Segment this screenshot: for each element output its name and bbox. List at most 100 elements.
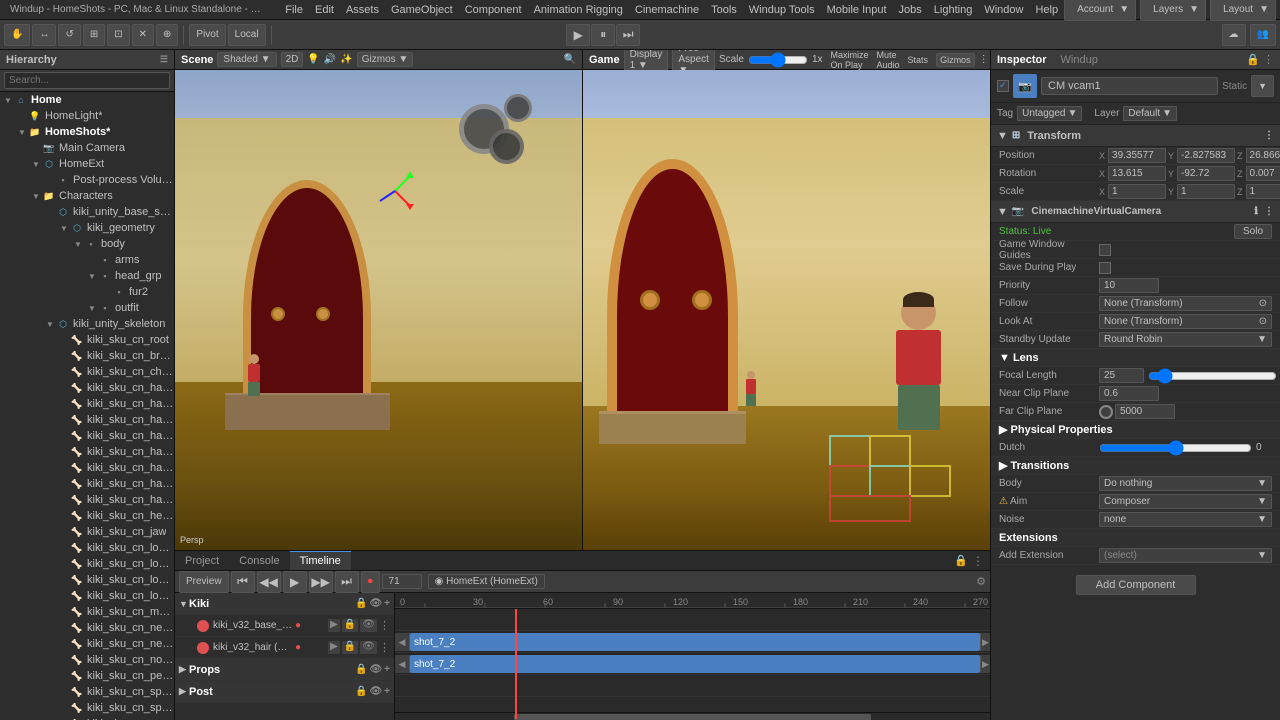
game-window-guides-checkbox[interactable]	[1099, 244, 1111, 256]
kiki-base-btn1[interactable]: ▶	[328, 619, 340, 632]
transform-menu-icon[interactable]: ⋮	[1264, 130, 1274, 141]
timeline-frame-input[interactable]	[382, 574, 422, 589]
tree-item-hair2[interactable]: 🦴 kiki_sku_cn_hair2	[0, 396, 174, 412]
collab-button[interactable]: 👥	[1250, 24, 1276, 46]
scene-search-icon[interactable]: 🔍	[564, 54, 576, 65]
tree-item-postprocess[interactable]: ▪ Post-process Volume	[0, 172, 174, 188]
tree-item-neck2[interactable]: 🦴 kiki_sku_cn_neck_2	[0, 636, 174, 652]
post-lock-icon[interactable]: 🔒	[355, 686, 367, 697]
tree-item-hair5[interactable]: 🦴 kiki_sku_cn_hair5	[0, 444, 174, 460]
tree-item-spine2[interactable]: 🦴 kiki_sku_cn_spine_2	[0, 684, 174, 700]
tree-item-chest[interactable]: 🦴 kiki_sku_cn_chest	[0, 364, 174, 380]
static-dropdown[interactable]: ▼	[1251, 75, 1274, 97]
scale-z-input[interactable]	[1246, 184, 1280, 199]
look-at-field[interactable]: None (Transform) ⊙	[1099, 314, 1272, 329]
tag-dropdown[interactable]: Untagged ▼	[1017, 106, 1082, 121]
timeline-scrollbar[interactable]	[395, 712, 990, 720]
game-viewport[interactable]	[583, 70, 990, 550]
timeline-go-end[interactable]: ⏭	[335, 571, 359, 593]
layout-button[interactable]: Layout ▼	[1210, 0, 1276, 21]
tree-item-cn-head[interactable]: 🦴 kiki_sku_cn_head	[0, 508, 174, 524]
save-during-play-checkbox[interactable]	[1099, 262, 1111, 274]
tree-item-kiki-skeleton[interactable]: ▼ ⬡ kiki_unity_skeleton	[0, 316, 174, 332]
kiki-hair-more[interactable]: ⋮	[379, 641, 390, 654]
inspector-lock-icon[interactable]: 🔒	[1246, 53, 1260, 66]
stats-btn[interactable]: Stats	[908, 55, 929, 65]
menu-edit[interactable]: Edit	[309, 4, 340, 16]
cinemachine-component-header[interactable]: ▼ 📷 CinemachineVirtualCamera ℹ ⋮	[991, 201, 1280, 223]
far-clip-lock-icon[interactable]	[1099, 405, 1113, 419]
tree-item-arms[interactable]: ▪ arms	[0, 252, 174, 268]
menu-mobile-input[interactable]: Mobile Input	[821, 4, 893, 16]
scene-skybox-icon[interactable]: Gizmos ▼	[357, 52, 414, 67]
track-props-group[interactable]: ▶ Props 🔒 👁 +	[175, 659, 394, 681]
position-x-input[interactable]	[1108, 148, 1166, 163]
lens-label[interactable]: ▼ Lens	[999, 352, 1039, 364]
transform-component-header[interactable]: ▼ ⊞ Transform ⋮	[991, 125, 1280, 147]
tab-console[interactable]: Console	[229, 551, 289, 570]
layer-dropdown[interactable]: Default ▼	[1123, 106, 1177, 121]
tree-item-kiki-geo[interactable]: ▼ ⬡ kiki_geometry	[0, 220, 174, 236]
solo-button[interactable]: Solo	[1234, 224, 1272, 239]
props-add-icon[interactable]: +	[384, 664, 390, 675]
menu-lighting[interactable]: Lighting	[928, 4, 979, 16]
dutch-slider[interactable]	[1099, 443, 1252, 453]
timeline-play[interactable]: ▶	[283, 571, 307, 593]
track-kiki-hair-anim[interactable]: kiki_v32_hair (Anima ● ▶ 🔒 👁 ⋮	[175, 637, 394, 659]
post-eye-icon[interactable]: 👁	[369, 686, 382, 697]
tree-item-hair8[interactable]: 🦴 kiki_sku_cn_hair8	[0, 492, 174, 508]
scale-x-input[interactable]	[1108, 184, 1166, 199]
kiki-expand-arrow[interactable]: ▼	[179, 599, 189, 609]
pivot-button[interactable]: Pivot	[189, 24, 225, 46]
kiki-base-btn3[interactable]: 👁	[360, 619, 377, 632]
transform-tool[interactable]: ✕	[132, 24, 154, 46]
tree-item-lowerlip[interactable]: 🦴 kiki_sku_cn_lowerlip	[0, 572, 174, 588]
tree-item-lowerhei[interactable]: 🦴 kiki_sku_cn_lowerhei...	[0, 556, 174, 572]
kiki-lock-icon[interactable]: 🔒	[355, 598, 367, 609]
tree-item-bracksocket[interactable]: 🦴 kiki_sku_cn_bracksocket	[0, 348, 174, 364]
game-more-icon[interactable]: ⋮	[979, 54, 989, 65]
tree-item-mad-neck[interactable]: 🦴 kiki_sku_cn_mad_neck	[0, 604, 174, 620]
timeline-settings-icon[interactable]: ⚙	[976, 576, 986, 588]
scene-sound-icon[interactable]: 🔊	[324, 54, 336, 65]
bottom-panel-more-icon[interactable]: ⋮	[972, 554, 984, 568]
tree-item-spine4[interactable]: 🦴 kiki_sku_cn_spine_4	[0, 716, 174, 720]
timeline-prev-key[interactable]: ◀◀	[257, 571, 281, 593]
hierarchy-search[interactable]	[4, 72, 170, 89]
tree-item-fur2[interactable]: ▪ fur2	[0, 284, 174, 300]
shaded-button[interactable]: Shaded ▼	[217, 52, 276, 67]
timeline-go-start[interactable]: ⏮	[231, 571, 255, 593]
menu-animation-rigging[interactable]: Animation Rigging	[528, 4, 629, 16]
tab-timeline[interactable]: Timeline	[290, 551, 351, 570]
menu-help[interactable]: Help	[1029, 4, 1064, 16]
menu-assets[interactable]: Assets	[340, 4, 385, 16]
tree-item-neck1[interactable]: 🦴 kiki_sku_cn_neck_1	[0, 620, 174, 636]
tree-item-homelight[interactable]: 💡 HomeLight*	[0, 108, 174, 124]
hierarchy-menu-icon[interactable]: ☰	[160, 54, 168, 65]
tree-item-hair3[interactable]: 🦴 kiki_sku_cn_hair3	[0, 412, 174, 428]
props-expand-arrow[interactable]: ▶	[179, 664, 189, 675]
focal-length-slider[interactable]	[1148, 371, 1277, 381]
menu-jobs[interactable]: Jobs	[893, 4, 928, 16]
priority-input[interactable]	[1099, 278, 1159, 293]
tree-item-body[interactable]: ▼ ▪ body	[0, 236, 174, 252]
tree-item-spine3[interactable]: 🦴 kiki_sku_cn_spine_3	[0, 700, 174, 716]
tree-item-homeshots[interactable]: ▼ 📁 HomeShots*	[0, 124, 174, 140]
scene-2d-btn[interactable]: 2D	[281, 52, 304, 67]
scene-fx-icon[interactable]: ✨	[340, 54, 352, 65]
track-kiki-group[interactable]: ▼ Kiki 🔒 👁 +	[175, 593, 394, 615]
inspector-windup-tab[interactable]: Windup	[1061, 54, 1098, 66]
kiki-add-icon[interactable]: +	[384, 598, 390, 609]
menu-component[interactable]: Component	[459, 4, 528, 16]
tree-item-lowertee[interactable]: 🦴 kiki_sku_cn_lowertee...	[0, 588, 174, 604]
noise-dropdown[interactable]: none ▼	[1099, 512, 1272, 527]
far-clip-input[interactable]	[1115, 404, 1175, 419]
timeline-clip-kiki-base[interactable]: shot_7_2	[410, 633, 980, 651]
local-button[interactable]: Local	[228, 24, 266, 46]
tree-item-home[interactable]: ▼ ⌂ Home	[0, 92, 174, 108]
layers-button[interactable]: Layers ▼	[1140, 0, 1206, 21]
move-tool[interactable]: ↔	[32, 24, 56, 46]
tree-item-head-grp[interactable]: ▼ ▪ head_grp	[0, 268, 174, 284]
tree-item-hair1[interactable]: 🦴 kiki_sku_cn_hair1	[0, 380, 174, 396]
play-button[interactable]: ▶	[566, 24, 590, 46]
